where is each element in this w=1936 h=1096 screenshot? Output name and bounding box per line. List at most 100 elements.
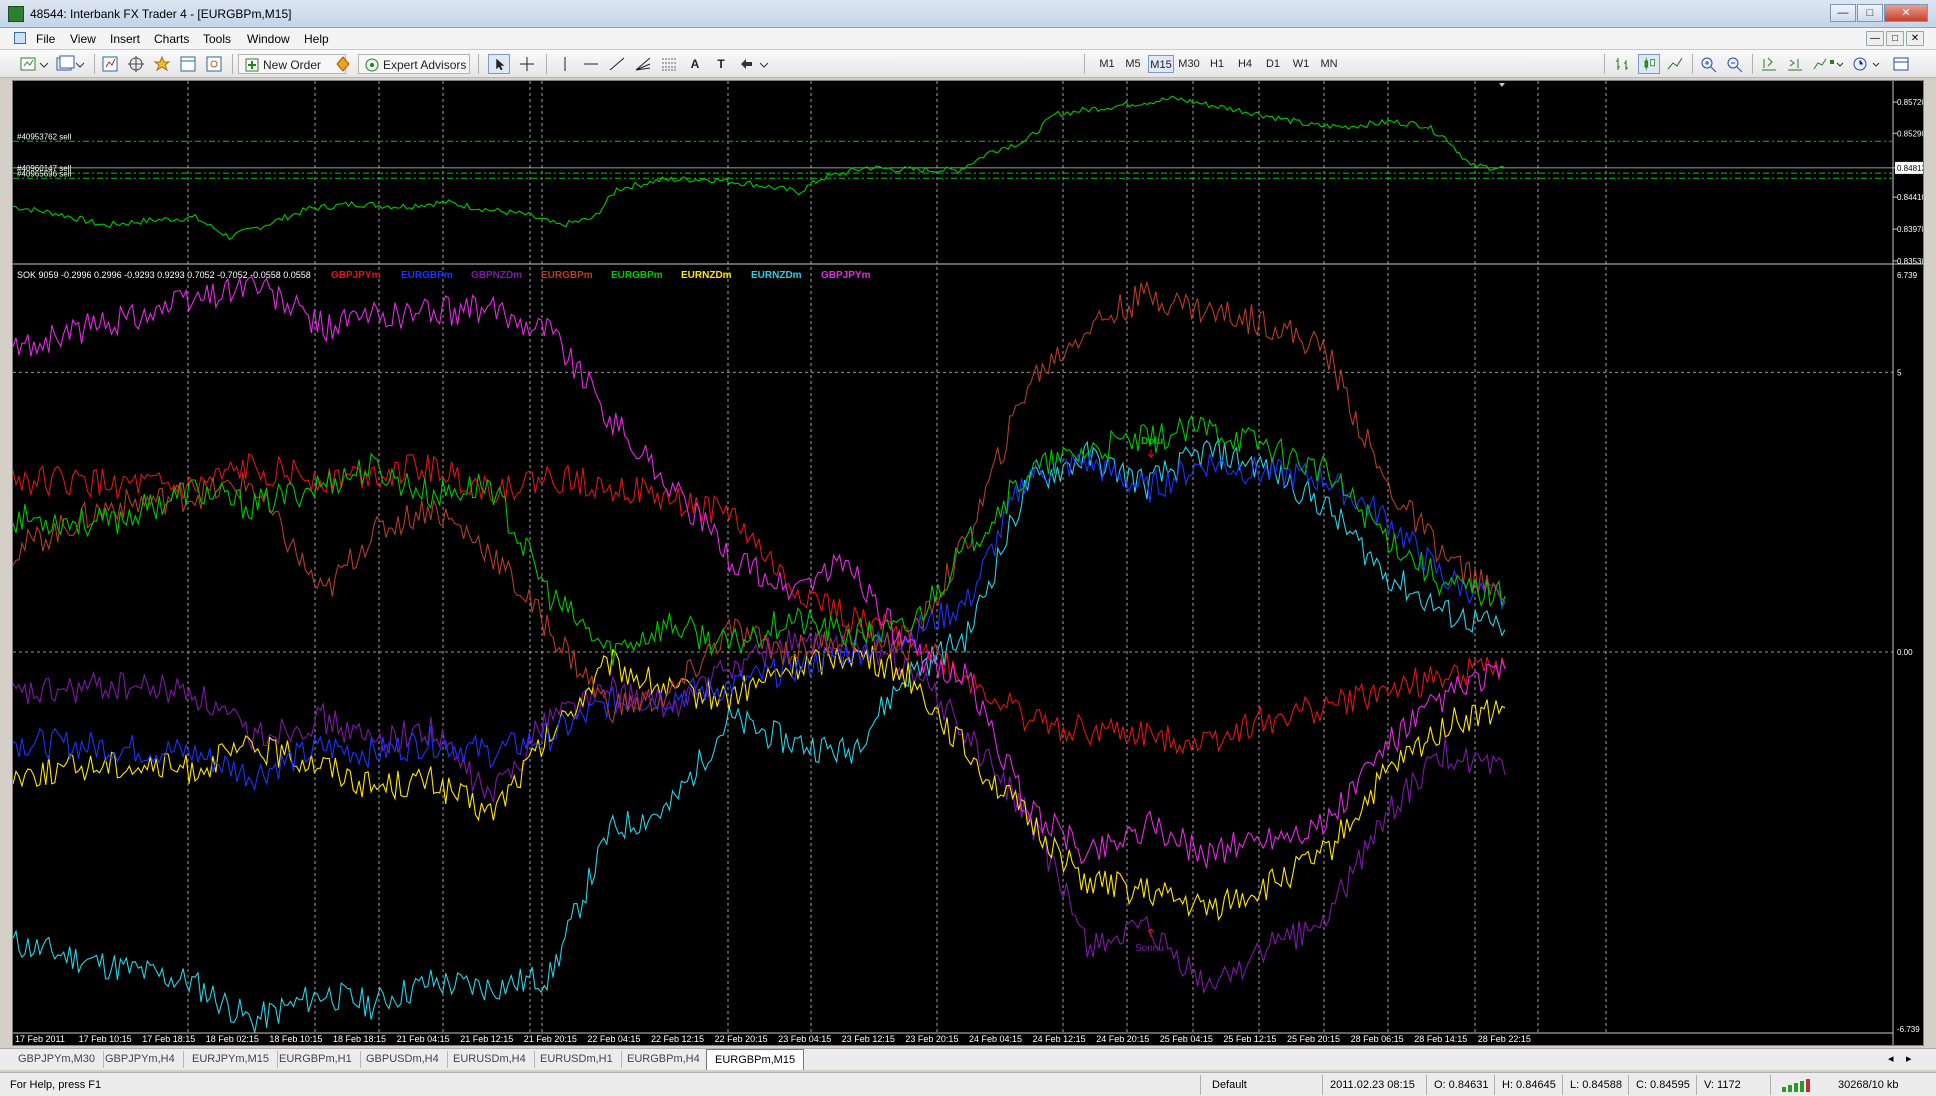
- minimize-button[interactable]: —: [1830, 4, 1856, 22]
- timeframe-m1[interactable]: M1: [1094, 55, 1120, 73]
- chart-tab[interactable]: EURGBPm,M15: [706, 1049, 805, 1070]
- fibonacci-icon[interactable]: [658, 54, 680, 74]
- text-tool-button[interactable]: A: [684, 54, 706, 74]
- timeframe-m15[interactable]: M15: [1148, 55, 1174, 73]
- time-axis-label: 18 Feb 18:15: [333, 1034, 386, 1044]
- time-axis-label: 21 Feb 12:15: [460, 1034, 513, 1044]
- timeframe-mn[interactable]: MN: [1316, 55, 1342, 73]
- connection-indicator-icon: [1782, 1079, 1810, 1092]
- time-axis-label: 23 Feb 20:15: [905, 1034, 958, 1044]
- fan-icon[interactable]: [632, 54, 654, 74]
- line-chart-icon[interactable]: [1664, 54, 1686, 74]
- autotrading-indicator-icon[interactable]: [334, 54, 352, 74]
- time-axis-label: 17 Feb 10:15: [79, 1034, 132, 1044]
- timeframe-m5[interactable]: M5: [1120, 55, 1146, 73]
- mdi-restore-button[interactable]: □: [1886, 31, 1904, 46]
- chart-tab[interactable]: EURGBPm,H4: [619, 1051, 709, 1068]
- chart-tab[interactable]: EURUSDm,H4: [445, 1051, 535, 1068]
- chart-tab[interactable]: GBPJPYm,M30: [10, 1051, 105, 1068]
- market-watch-icon[interactable]: [100, 54, 120, 74]
- new-order-label: New Order: [263, 58, 322, 72]
- legend-item: GBPNZDm: [471, 270, 522, 281]
- label-tool-button[interactable]: T: [710, 54, 732, 74]
- price-axis-label: 0.84410: [1897, 193, 1923, 202]
- legend-item: EURNZDm: [751, 270, 802, 281]
- favorites-icon[interactable]: [152, 54, 172, 74]
- cursor-icon[interactable]: [488, 54, 510, 74]
- chart-window[interactable]: 17 Feb 2011 17 Feb 10:15 17 Feb 18:15 18 Fe…: [12, 80, 1924, 1046]
- tab-scroll-right-icon[interactable]: ▸: [1906, 1051, 1912, 1067]
- menu-file[interactable]: File: [36, 32, 55, 46]
- price-axis-label: 0.85290: [1897, 129, 1923, 138]
- status-profile: Default: [1212, 1079, 1247, 1091]
- document-icon[interactable]: [14, 32, 26, 44]
- chart-canvas[interactable]: 17 Feb 2011 17 Feb 10:15 17 Feb 18:15 18 Fe…: [13, 81, 1923, 1045]
- timeframe-m30[interactable]: M30: [1176, 55, 1202, 73]
- indicator-axis-label: -6.739: [1897, 1025, 1920, 1034]
- tester-icon[interactable]: [204, 54, 224, 74]
- time-axis-label: 17 Feb 18:15: [142, 1034, 195, 1044]
- new-order-icon: [245, 58, 259, 72]
- time-axis-label: 24 Feb 12:15: [1033, 1034, 1086, 1044]
- menu-window[interactable]: Window: [247, 32, 290, 46]
- timeframe-h1[interactable]: H1: [1204, 55, 1230, 73]
- legend-item: GBPJPYm: [821, 270, 871, 281]
- chart-shift-icon[interactable]: [1784, 54, 1806, 74]
- status-traffic: 30268/10 kb: [1838, 1079, 1899, 1091]
- vertical-line-icon[interactable]: [554, 54, 576, 74]
- expert-advisors-button[interactable]: Expert Advisors: [358, 54, 470, 74]
- menu-insert[interactable]: Insert: [110, 32, 140, 46]
- new-order-button[interactable]: New Order: [238, 54, 346, 74]
- close-button[interactable]: ✕: [1884, 4, 1928, 22]
- tab-scroll-left-icon[interactable]: ◂: [1888, 1051, 1894, 1067]
- profiles-icon[interactable]: [54, 54, 88, 74]
- status-open: O: 0.84631: [1434, 1079, 1489, 1091]
- mdi-minimize-button[interactable]: —: [1866, 31, 1884, 46]
- periods-icon[interactable]: [1850, 54, 1886, 74]
- menu-bar: File View Insert Charts Tools Window Hel…: [0, 28, 1936, 50]
- zoom-in-icon[interactable]: [1698, 54, 1720, 74]
- chart-tab[interactable]: EURJPYm,M15: [184, 1051, 279, 1068]
- time-axis-label: 24 Feb 04:15: [969, 1034, 1022, 1044]
- maximize-button[interactable]: □: [1857, 4, 1883, 22]
- price-axis-label: 0.83530: [1897, 257, 1923, 266]
- horizontal-line-icon[interactable]: [580, 54, 602, 74]
- bar-chart-icon[interactable]: [1612, 54, 1634, 74]
- indicators-icon[interactable]: [1810, 54, 1846, 74]
- trendline-icon[interactable]: [606, 54, 628, 74]
- navigator-icon[interactable]: [126, 54, 146, 74]
- new-chart-icon[interactable]: [18, 54, 52, 74]
- timeframe-h4[interactable]: H4: [1232, 55, 1258, 73]
- auto-scroll-icon[interactable]: [1758, 54, 1780, 74]
- terminal-icon[interactable]: [178, 54, 198, 74]
- mdi-close-button[interactable]: ✕: [1906, 31, 1924, 46]
- arrows-tool-icon[interactable]: [736, 54, 772, 74]
- menu-tools[interactable]: Tools: [203, 32, 231, 46]
- indicator-axis-label: 5: [1897, 368, 1902, 377]
- menu-charts[interactable]: Charts: [154, 32, 189, 46]
- chart-tab[interactable]: EURGBPm,H1: [271, 1051, 361, 1068]
- time-axis-label: 23 Feb 04:15: [778, 1034, 831, 1044]
- timeframe-d1[interactable]: D1: [1260, 55, 1286, 73]
- legend-item: EURGBPm: [401, 270, 453, 281]
- legend-item: GBPJPYm: [331, 270, 381, 281]
- zoom-out-icon[interactable]: [1724, 54, 1746, 74]
- menu-help[interactable]: Help: [304, 32, 329, 46]
- templates-icon[interactable]: [1890, 54, 1912, 74]
- legend-item: EURNZDm: [681, 270, 732, 281]
- menu-view[interactable]: View: [70, 32, 96, 46]
- candlestick-icon[interactable]: [1638, 54, 1660, 74]
- toolbar: New Order Expert Advisors A T M1 M5 M15 …: [0, 50, 1936, 78]
- chart-tab[interactable]: GBPUSDm,H4: [358, 1051, 448, 1068]
- window-title: 48544: Interbank FX Trader 4 - [EURGBPm,…: [30, 7, 292, 21]
- time-axis-label: 25 Feb 04:15: [1160, 1034, 1213, 1044]
- crosshair-icon[interactable]: [516, 54, 538, 74]
- label-dolu: Dolu: [1141, 436, 1163, 447]
- chart-tab[interactable]: EURUSDm,H1: [532, 1051, 622, 1068]
- expert-advisors-label: Expert Advisors: [383, 58, 467, 72]
- time-axis-label: 24 Feb 20:15: [1096, 1034, 1149, 1044]
- status-volume: V: 1172: [1704, 1079, 1741, 1091]
- time-axis-label: 22 Feb 04:15: [587, 1034, 640, 1044]
- timeframe-w1[interactable]: W1: [1288, 55, 1314, 73]
- chart-tab[interactable]: GBPJPYm,H4: [97, 1051, 184, 1068]
